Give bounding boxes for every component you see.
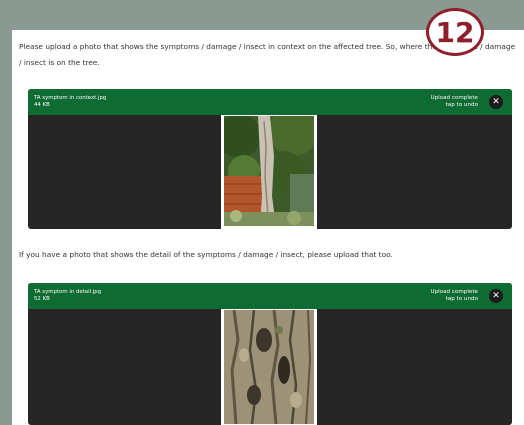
bark-detail-photo [224,310,314,424]
close-icon[interactable]: ✕ [489,95,503,109]
upload-filename: TA symptom in context.jpg [34,95,107,101]
upload-status-bar: TA symptom in context.jpg 44 KB Upload c… [28,89,512,115]
upload-item-context: TA symptom in context.jpg 44 KB Upload c… [28,89,512,229]
upload-item-detail: TA symptom in detail.jpg 52 KB Upload co… [28,283,512,425]
undo-hint[interactable]: tap to undo [446,296,478,303]
image-thumbnail [221,309,317,425]
undo-hint[interactable]: tap to undo [446,102,478,109]
detail-photo-instruction: If you have a photo that shows the detai… [19,250,393,259]
upload-status-bar: TA symptom in detail.jpg 52 KB Upload co… [28,283,512,309]
image-thumbnail [221,115,317,229]
upload-filesize: 52 KB [34,296,50,302]
upload-status-text: Upload complete [430,95,478,101]
upload-filesize: 44 KB [34,102,50,108]
step-number-badge: 12 [426,8,484,56]
close-icon[interactable]: ✕ [489,289,503,303]
upload-status-text: Upload complete [430,289,478,295]
upload-filename: TA symptom in detail.jpg [34,289,102,295]
tree-context-photo [224,116,314,226]
